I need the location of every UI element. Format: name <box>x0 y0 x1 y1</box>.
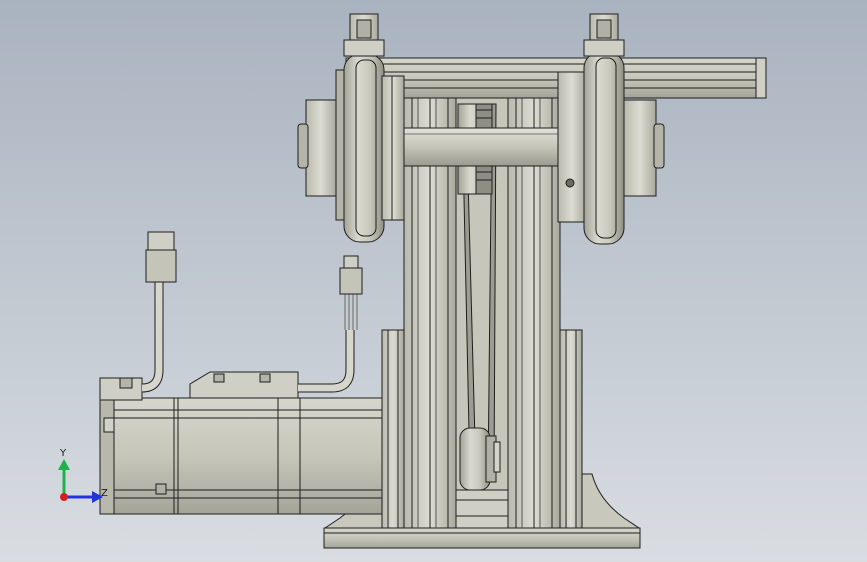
y-axis-arrow <box>58 459 70 497</box>
triad-origin <box>60 493 68 501</box>
y-axis-label: Y <box>59 448 67 459</box>
z-axis-label: Z <box>101 488 108 499</box>
x-axis-arrow <box>64 491 103 503</box>
cad-viewport[interactable]: Y Z <box>0 0 867 562</box>
axis-triad: Y Z <box>58 448 108 503</box>
